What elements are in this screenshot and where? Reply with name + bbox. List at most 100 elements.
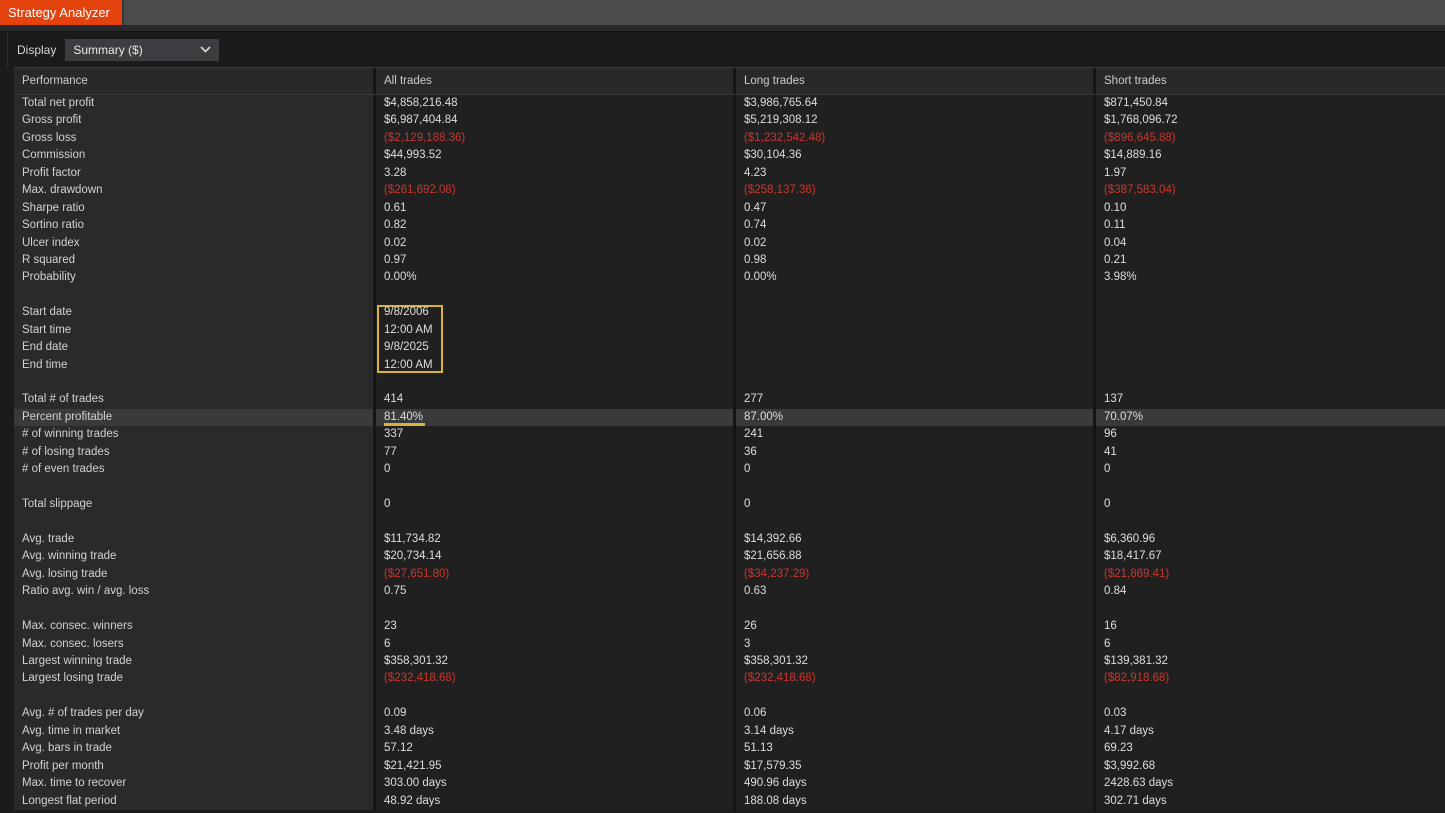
cell-short-trades: 0.84 (1093, 583, 1445, 600)
table-row[interactable]: Ulcer index0.020.020.04 (14, 235, 1445, 252)
table-row[interactable]: Avg. losing trade($27,651.80)($34,237.29… (14, 566, 1445, 583)
table-row[interactable]: Max. drawdown($261,692.08)($258,137.36)(… (14, 182, 1445, 199)
cell-short-trades: 1.97 (1093, 165, 1445, 182)
table-row[interactable]: End time12:00 AM (14, 357, 1445, 374)
cell-performance-label: Largest losing trade (14, 670, 373, 687)
cell-short-trades (1093, 688, 1445, 705)
cell-long-trades: ($258,137.36) (733, 182, 1093, 199)
cell-performance-label: Avg. time in market (14, 723, 373, 740)
cell-performance-label: Avg. winning trade (14, 548, 373, 565)
tab-strategy-analyzer[interactable]: Strategy Analyzer (0, 0, 122, 25)
cell-performance-label: Start date (14, 304, 373, 321)
cell-performance-label: Max. consec. winners (14, 618, 373, 635)
table-row[interactable]: Gross loss($2,129,188.36)($1,232,542.48)… (14, 130, 1445, 147)
column-header-performance[interactable]: Performance (14, 68, 373, 94)
table-row[interactable]: Start time12:00 AM (14, 322, 1445, 339)
cell-all-trades-boxed: 9/8/2006 (373, 304, 733, 321)
cell-all-trades: 0.75 (373, 583, 733, 600)
cell-all-trades: ($232,418.68) (373, 670, 733, 687)
table-row[interactable]: Ratio avg. win / avg. loss0.750.630.84 (14, 583, 1445, 600)
cell-short-trades: $14,889.16 (1093, 147, 1445, 164)
cell-all-trades: 48.92 days (373, 793, 733, 810)
table-row[interactable]: Total net profit$4,858,216.48$3,986,765.… (14, 95, 1445, 112)
cell-long-trades: $358,301.32 (733, 653, 1093, 670)
cell-short-trades: 2428.63 days (1093, 775, 1445, 792)
cell-long-trades: $30,104.36 (733, 147, 1093, 164)
table-row[interactable]: Max. time to recover303.00 days490.96 da… (14, 775, 1445, 792)
table-row[interactable]: Sharpe ratio0.610.470.10 (14, 200, 1445, 217)
table-row[interactable]: Avg. bars in trade57.1251.1369.23 (14, 740, 1445, 757)
table-row[interactable]: Start date9/8/2006 (14, 304, 1445, 321)
cell-all-trades-boxed: 12:00 AM (373, 357, 733, 374)
cell-all-trades: 0.09 (373, 705, 733, 722)
cell-long-trades: 0 (733, 461, 1093, 478)
cell-all-trades (373, 287, 733, 304)
cell-performance-label: Max. time to recover (14, 775, 373, 792)
cell-short-trades (1093, 357, 1445, 374)
table-row[interactable]: Avg. trade$11,734.82$14,392.66$6,360.96 (14, 531, 1445, 548)
table-row[interactable]: Total slippage000 (14, 496, 1445, 513)
table-row[interactable]: Longest flat period48.92 days188.08 days… (14, 793, 1445, 810)
cell-long-trades (733, 479, 1093, 496)
cell-short-trades: $871,450.84 (1093, 95, 1445, 112)
cell-long-trades: 241 (733, 426, 1093, 443)
performance-summary-grid: Performance All trades Long trades Short… (14, 67, 1445, 810)
display-dropdown[interactable]: Summary ($) (65, 39, 219, 61)
table-row[interactable]: Avg. winning trade$20,734.14$21,656.88$1… (14, 548, 1445, 565)
table-row[interactable]: End date9/8/2025 (14, 339, 1445, 356)
cell-short-trades: 96 (1093, 426, 1445, 443)
cell-long-trades: 3.14 days (733, 723, 1093, 740)
cell-performance-label: Total slippage (14, 496, 373, 513)
table-row[interactable]: Avg. # of trades per day0.090.060.03 (14, 705, 1445, 722)
cell-short-trades: 0.21 (1093, 252, 1445, 269)
cell-long-trades: 0.98 (733, 252, 1093, 269)
table-row[interactable]: Total # of trades414277137 (14, 391, 1445, 408)
table-row[interactable]: Avg. time in market3.48 days3.14 days4.1… (14, 723, 1445, 740)
cell-all-trades: $21,421.95 (373, 758, 733, 775)
table-row[interactable]: Sortino ratio0.820.740.11 (14, 217, 1445, 234)
cell-performance-label: Ratio avg. win / avg. loss (14, 583, 373, 600)
cell-long-trades: 277 (733, 391, 1093, 408)
table-row[interactable]: # of even trades000 (14, 461, 1445, 478)
cell-long-trades: ($1,232,542.48) (733, 130, 1093, 147)
table-row[interactable]: Percent profitable81.40%87.00%70.07% (14, 409, 1445, 426)
table-row[interactable]: # of winning trades33724196 (14, 426, 1445, 443)
cell-long-trades: 3 (733, 636, 1093, 653)
cell-all-trades: $44,993.52 (373, 147, 733, 164)
cell-short-trades: $139,381.32 (1093, 653, 1445, 670)
table-row[interactable]: Profit per month$21,421.95$17,579.35$3,9… (14, 758, 1445, 775)
column-header-all-trades[interactable]: All trades (373, 68, 733, 94)
cell-all-trades: 3.28 (373, 165, 733, 182)
cell-short-trades: 137 (1093, 391, 1445, 408)
cell-long-trades: ($232,418.68) (733, 670, 1093, 687)
cell-long-trades: 0.06 (733, 705, 1093, 722)
table-row[interactable]: Max. consec. losers636 (14, 636, 1445, 653)
cell-performance-label: Avg. trade (14, 531, 373, 548)
column-header-long-trades[interactable]: Long trades (733, 68, 1093, 94)
cell-long-trades (733, 601, 1093, 618)
table-row[interactable]: Probability0.00%0.00%3.98% (14, 269, 1445, 286)
table-row[interactable]: Max. consec. winners232616 (14, 618, 1445, 635)
cell-all-trades: 77 (373, 444, 733, 461)
cell-all-trades: 0.97 (373, 252, 733, 269)
table-row[interactable]: Profit factor3.284.231.97 (14, 165, 1445, 182)
table-row[interactable]: Commission$44,993.52$30,104.36$14,889.16 (14, 147, 1445, 164)
cell-short-trades (1093, 514, 1445, 531)
cell-performance-label: Gross loss (14, 130, 373, 147)
cell-long-trades (733, 514, 1093, 531)
table-row[interactable]: # of losing trades773641 (14, 444, 1445, 461)
cell-long-trades: 188.08 days (733, 793, 1093, 810)
table-spacer-row (14, 601, 1445, 618)
cell-short-trades: 16 (1093, 618, 1445, 635)
cell-long-trades: 51.13 (733, 740, 1093, 757)
column-header-short-trades[interactable]: Short trades (1093, 68, 1445, 94)
table-row[interactable]: Gross profit$6,987,404.84$5,219,308.12$1… (14, 112, 1445, 129)
table-row[interactable]: Largest losing trade($232,418.68)($232,4… (14, 670, 1445, 687)
cell-all-trades: ($2,129,188.36) (373, 130, 733, 147)
table-row[interactable]: R squared0.970.980.21 (14, 252, 1445, 269)
display-label: Display (17, 43, 56, 57)
table-row[interactable]: Largest winning trade$358,301.32$358,301… (14, 653, 1445, 670)
cell-short-trades: ($896,645.88) (1093, 130, 1445, 147)
cell-performance-label: R squared (14, 252, 373, 269)
cell-long-trades: 36 (733, 444, 1093, 461)
